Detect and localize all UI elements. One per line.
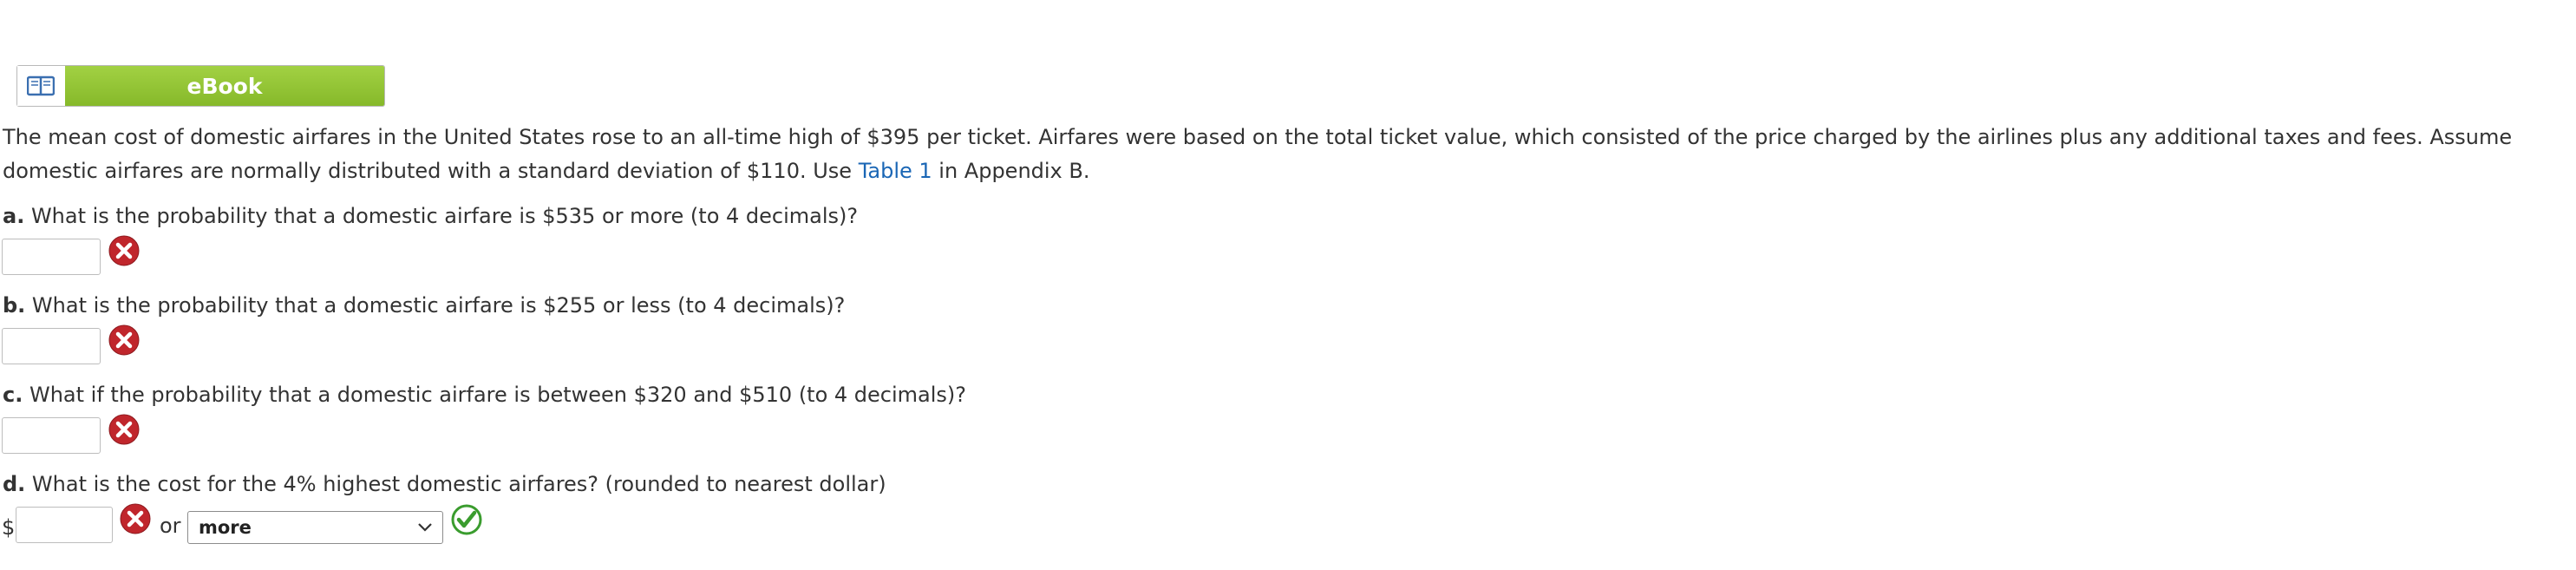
- intro-text: The mean cost of domestic airfares in th…: [3, 125, 2513, 183]
- chevron-down-icon: [418, 523, 432, 532]
- question-c-label: c.: [3, 383, 23, 407]
- question-d-label: d.: [3, 472, 26, 496]
- correct-icon: [451, 504, 482, 535]
- question-b-label: b.: [3, 293, 26, 318]
- answer-a-input[interactable]: [2, 239, 101, 275]
- question-a-text: What is the probability that a domestic …: [24, 204, 859, 228]
- incorrect-icon: [108, 414, 140, 445]
- more-less-select[interactable]: more: [187, 511, 443, 544]
- question-b-text: What is the probability that a domestic …: [25, 293, 846, 318]
- question-a-label: a.: [3, 204, 25, 228]
- question-d: d. What is the cost for the 4% highest d…: [3, 471, 886, 497]
- question-c-text: What if the probability that a domestic …: [23, 383, 967, 407]
- question-c: c. What if the probability that a domest…: [3, 382, 966, 408]
- answer-d-input[interactable]: [16, 507, 113, 543]
- answer-b-input[interactable]: [2, 328, 101, 364]
- incorrect-icon: [108, 235, 140, 266]
- ebook-label: eBook: [65, 66, 384, 106]
- incorrect-icon: [120, 503, 151, 534]
- intro-text-end: in Appendix B.: [932, 159, 1090, 183]
- answer-c-input[interactable]: [2, 417, 101, 454]
- incorrect-icon: [108, 324, 140, 356]
- select-value: more: [199, 517, 252, 538]
- table-1-link[interactable]: Table 1: [859, 159, 932, 183]
- problem-statement: The mean cost of domestic airfares in th…: [3, 121, 2566, 188]
- or-label: or: [160, 514, 181, 538]
- question-d-text: What is the cost for the 4% highest dome…: [25, 472, 886, 496]
- question-b: b. What is the probability that a domest…: [3, 292, 845, 318]
- ebook-button[interactable]: eBook: [16, 65, 385, 107]
- question-a: a. What is the probability that a domest…: [3, 203, 858, 229]
- currency-symbol: $: [2, 515, 16, 540]
- open-book-icon: [17, 66, 63, 106]
